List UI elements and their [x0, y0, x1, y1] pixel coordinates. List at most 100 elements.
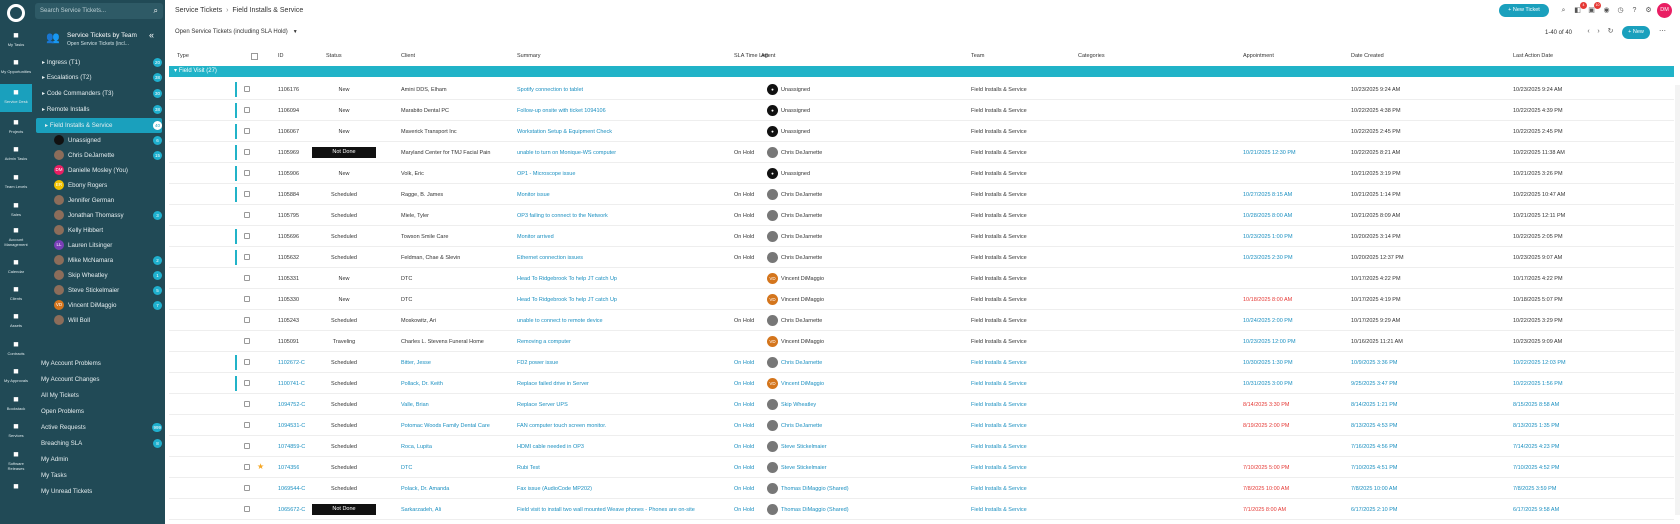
- new-button[interactable]: + New: [1622, 26, 1650, 39]
- panel-link[interactable]: Breaching SLA 8: [36, 436, 162, 451]
- appointment[interactable]: 10/23/2025 1:00 PM: [1243, 234, 1293, 240]
- panel-subtitle[interactable]: Open Service Tickets (incl...: [67, 41, 129, 47]
- next-page-icon[interactable]: ›: [1593, 26, 1604, 37]
- summary[interactable]: OP1 - Microscope issue: [517, 171, 730, 177]
- agent-item[interactable]: Steve Stickelmaier 5: [36, 283, 162, 298]
- summary[interactable]: Replace failed drive in Server: [517, 381, 730, 387]
- table-row[interactable]: 1094752-C Scheduled Valle, Brian Replace Se…: [169, 394, 1674, 415]
- agent[interactable]: Chris DeJarnette: [781, 423, 822, 429]
- search-input[interactable]: Search Service Tickets...: [40, 8, 106, 14]
- row-checkbox[interactable]: [244, 359, 250, 365]
- ticket-id[interactable]: 1106067: [278, 129, 299, 135]
- client[interactable]: Marabito Dental PC: [401, 108, 513, 114]
- settings-icon[interactable]: ⚙: [1643, 5, 1654, 16]
- logo[interactable]: [7, 4, 25, 22]
- client[interactable]: DTC: [401, 276, 513, 282]
- summary[interactable]: unable to turn on Monique-WS computer: [517, 150, 730, 156]
- table-row[interactable]: 1105091 Traveling Charles L. Stevens Funer…: [169, 331, 1674, 352]
- panel-link[interactable]: Active Requests 999: [36, 420, 162, 435]
- row-checkbox[interactable]: [244, 212, 250, 218]
- more-icon[interactable]: ⋯: [1657, 26, 1668, 37]
- summary[interactable]: Spotify connection to tablet: [517, 87, 730, 93]
- ticket-id[interactable]: 1105091: [278, 339, 299, 345]
- panel-link[interactable]: All My Tickets: [36, 388, 162, 403]
- appointment[interactable]: 7/1/2025 8:00 AM: [1243, 507, 1286, 513]
- table-row[interactable]: 1069544-C Scheduled Polack, Dr. Amanda Fax …: [169, 478, 1674, 499]
- summary[interactable]: OP3 failing to connect to the Network: [517, 213, 730, 219]
- agent[interactable]: Chris DeJarnette: [781, 360, 822, 366]
- table-row[interactable]: 1105969 Not Done Maryland Center for TMJ F…: [169, 142, 1674, 163]
- nav-my-approvals[interactable]: ■ My Approvals: [0, 363, 32, 391]
- ticket-id[interactable]: 1105884: [278, 192, 299, 198]
- table-row[interactable]: 1105906 New Volk, Eric OP1 - Microscope iss…: [169, 163, 1674, 184]
- table-row[interactable]: 1065672-C Not Done Sarkarzadeh, Ali Field v…: [169, 499, 1674, 520]
- nav-software-releases[interactable]: ■ Software Releases: [0, 446, 32, 474]
- ticket-id[interactable]: 1106176: [278, 87, 299, 93]
- nav-admin-tasks[interactable]: ■ Admin Tasks: [0, 141, 32, 169]
- appointment[interactable]: 10/31/2025 3:00 PM: [1243, 381, 1293, 387]
- row-checkbox[interactable]: [244, 485, 250, 491]
- client[interactable]: Ragge, B. James: [401, 192, 513, 198]
- notifications-icon[interactable]: ◧ 4: [1572, 2, 1587, 16]
- client[interactable]: Feldman, Chae & Slevin: [401, 255, 513, 261]
- agent[interactable]: Thomas DiMaggio (Shared): [781, 486, 849, 492]
- ticket-id[interactable]: 1100741-C: [278, 381, 305, 387]
- summary[interactable]: Rubi Test: [517, 465, 730, 471]
- agent[interactable]: Chris DeJarnette: [781, 234, 822, 240]
- client[interactable]: Miele, Tyler: [401, 213, 513, 219]
- ticket-id[interactable]: 1105330: [278, 297, 299, 303]
- client[interactable]: Polack, Dr. Amanda: [401, 486, 513, 492]
- client[interactable]: Valle, Brian: [401, 402, 513, 408]
- agent[interactable]: Vincent DiMaggio: [781, 339, 824, 345]
- table-row[interactable]: 1100741-C Scheduled Pollack, Dr. Keith Repl…: [169, 373, 1674, 394]
- team-group[interactable]: ▸ Escalations (T2) 38: [36, 70, 162, 85]
- row-checkbox[interactable]: [244, 86, 250, 92]
- ticket-id[interactable]: 1105969: [278, 150, 299, 156]
- summary[interactable]: Monitor issue: [517, 192, 730, 198]
- ticket-id[interactable]: 1105331: [278, 276, 299, 282]
- ticket-id[interactable]: 1094531-C: [278, 423, 305, 429]
- team-group[interactable]: ▸ Code Commanders (T3) 30: [36, 86, 162, 101]
- nav-assets[interactable]: ■ Assets: [0, 308, 32, 336]
- column-header[interactable]: ID: [278, 53, 284, 63]
- agent-item[interactable]: Chris DeJarnette 15: [36, 148, 162, 163]
- appointment[interactable]: 10/18/2025 8:00 AM: [1243, 297, 1292, 303]
- agent[interactable]: Chris DeJarnette: [781, 318, 822, 324]
- panel-link[interactable]: My Unread Tickets: [36, 484, 162, 499]
- nav-services[interactable]: ■ Services: [0, 418, 32, 446]
- search-bar[interactable]: Search Service Tickets... ⌕: [35, 3, 163, 19]
- column-header[interactable]: Appointment: [1243, 53, 1274, 63]
- ticket-id[interactable]: 1069544-C: [278, 486, 305, 492]
- table-row[interactable]: 1105243 Scheduled Moskowitz, Ari unable to …: [169, 310, 1674, 331]
- client[interactable]: Maryland Center for TMJ Facial Pain: [401, 150, 513, 156]
- agent-item[interactable]: Jonathan Thomassy 3: [36, 208, 162, 223]
- summary[interactable]: HDMI cable needed in OP3: [517, 444, 730, 450]
- column-header[interactable]: Agent: [761, 53, 775, 63]
- client[interactable]: Sarkarzadeh, Ali: [401, 507, 513, 513]
- nav-sales[interactable]: ■ Sales: [0, 197, 32, 225]
- agent-item[interactable]: Will Boll: [36, 313, 162, 328]
- agent[interactable]: Skip Wheatley: [781, 402, 816, 408]
- appointment[interactable]: 8/14/2025 3:30 PM: [1243, 402, 1289, 408]
- ticket-id[interactable]: 1074859-C: [278, 444, 305, 450]
- summary[interactable]: Monitor arrived: [517, 234, 730, 240]
- summary[interactable]: FD2 power issue: [517, 360, 730, 366]
- table-row[interactable]: ★ 1074356 Scheduled DTC Rubi Test On Hold Stev…: [169, 457, 1674, 478]
- nav-account-management[interactable]: ■ Account Management: [0, 222, 32, 250]
- agent[interactable]: Vincent DiMaggio: [781, 276, 824, 282]
- ticket-id[interactable]: 1105795: [278, 213, 299, 219]
- summary[interactable]: unable to connect to remote device: [517, 318, 730, 324]
- table-row[interactable]: 1105330 New DTC Head To Ridgebrook To help …: [169, 289, 1674, 310]
- select-all-checkbox[interactable]: [251, 53, 258, 60]
- agent-item[interactable]: Kelly Hibbert: [36, 223, 162, 238]
- agent[interactable]: Steve Stickelmaier: [781, 444, 827, 450]
- breadcrumb-service-tickets[interactable]: Service Tickets: [175, 7, 222, 14]
- client[interactable]: Charles L. Stevens Funeral Home: [401, 339, 513, 345]
- column-header[interactable]: Team: [971, 53, 984, 63]
- panel-link[interactable]: Open Problems: [36, 404, 162, 419]
- ticket-id[interactable]: 1102672-C: [278, 360, 305, 366]
- agent[interactable]: Chris DeJarnette: [781, 255, 822, 261]
- appointment[interactable]: 7/8/2025 10:00 AM: [1243, 486, 1289, 492]
- team-group[interactable]: ▸ Ingress (T1) 20: [36, 55, 162, 70]
- summary[interactable]: Removing a computer: [517, 339, 730, 345]
